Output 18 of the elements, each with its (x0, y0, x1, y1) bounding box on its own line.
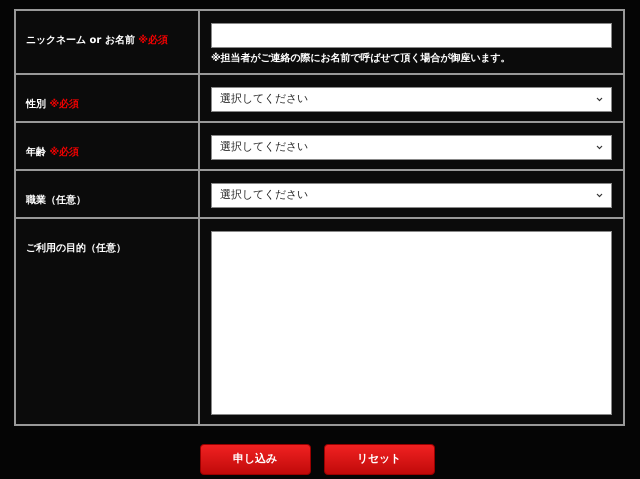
required-mark: ※必須 (49, 99, 80, 110)
reset-button[interactable]: リセット (324, 444, 434, 475)
field-label: ご利用の目的（任意） (26, 243, 126, 254)
select-field[interactable]: 選択してください (211, 183, 612, 208)
chevron-down-icon (596, 193, 603, 198)
required-mark: ※必須 (49, 147, 80, 158)
chevron-down-icon (596, 97, 603, 102)
field-label: 年齢 (26, 147, 47, 158)
field-label: 性別 (26, 99, 47, 110)
field-label: 職業（任意） (26, 195, 86, 206)
field-note: ※担当者がご連絡の際にお名前で呼ばせて頂く場合が御座います。 (211, 54, 512, 64)
select-field[interactable]: 選択してください (211, 87, 612, 112)
name-input-field[interactable] (211, 23, 612, 48)
submit-button[interactable]: 申し込み (200, 444, 310, 475)
field-label: ニックネーム or お名前 (26, 35, 136, 46)
chevron-down-icon (596, 145, 603, 150)
required-mark: ※必須 (138, 35, 168, 46)
select-field[interactable]: 選択してください (211, 135, 612, 160)
